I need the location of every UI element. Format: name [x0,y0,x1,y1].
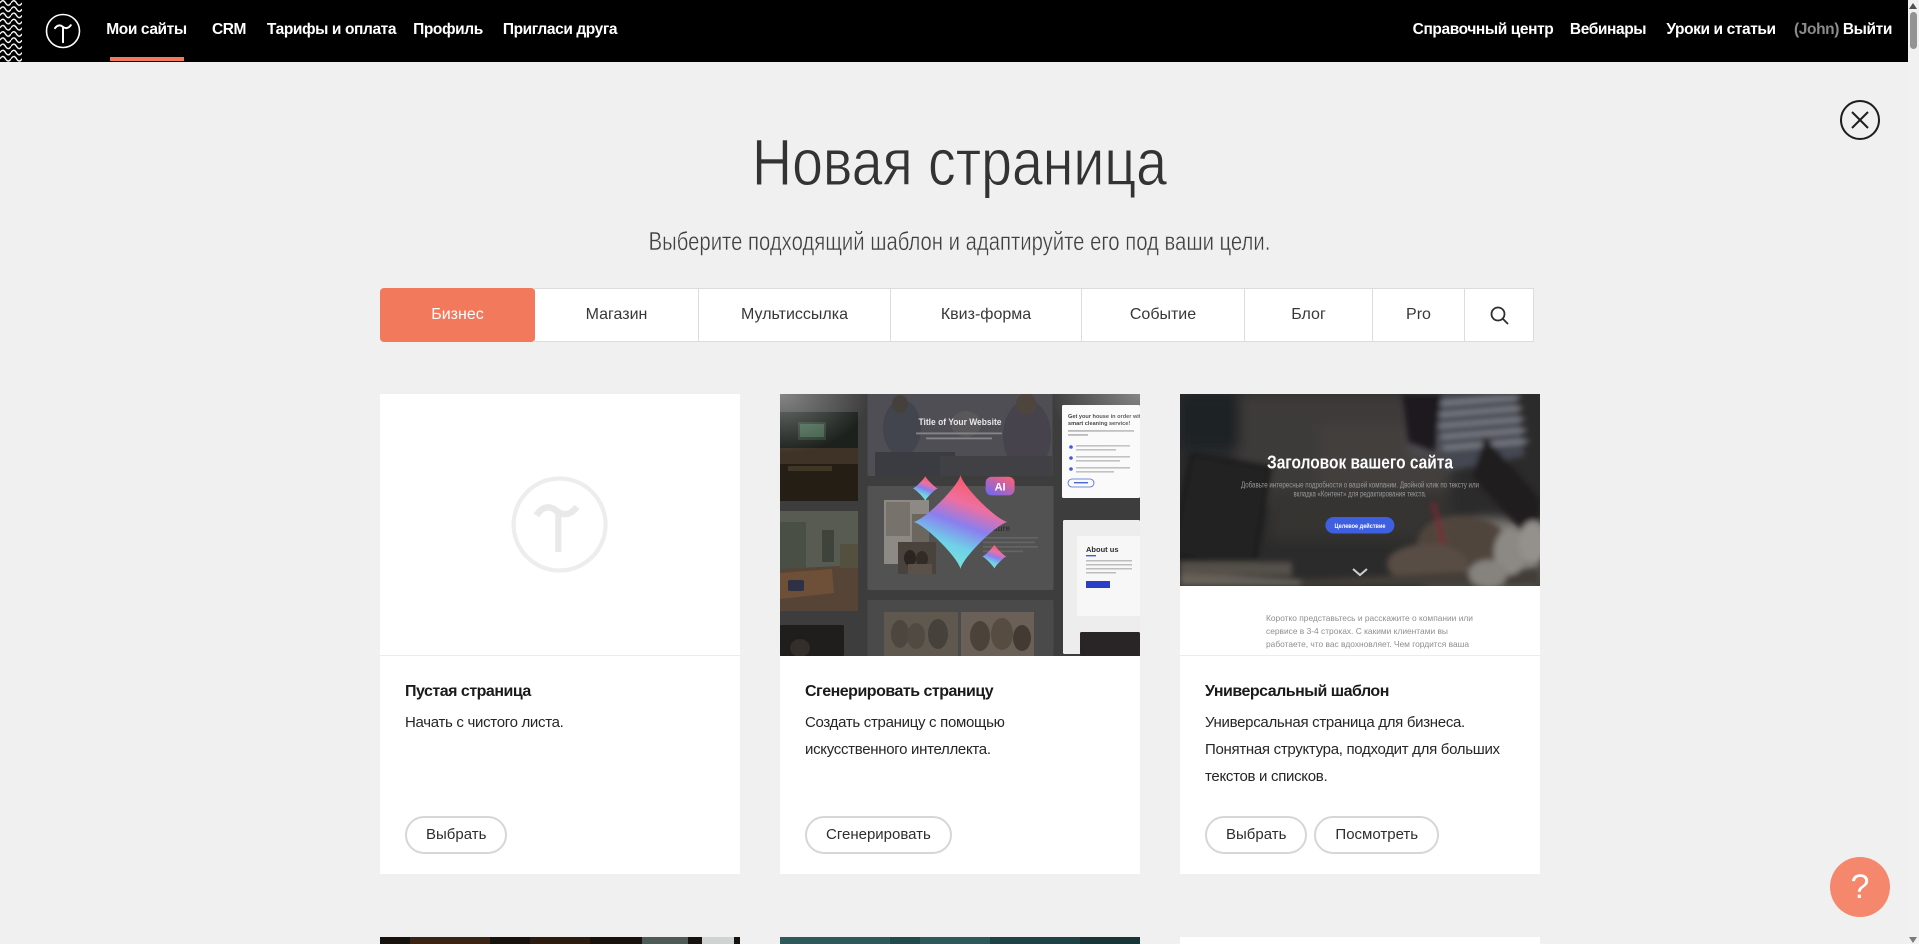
svg-text:Заголовок вашего сайта: Заголовок вашего сайта [1267,453,1454,473]
svg-text:вкладка «Контент» для редактир: вкладка «Контент» для редактирования тек… [1294,490,1427,499]
svg-text:Добавьте интересные подробност: Добавьте интересные подробности о вашей … [1241,481,1479,490]
svg-text:About us: About us [1086,545,1119,554]
svg-text:AI: AI [995,481,1006,493]
svg-text:Title of Your Website: Title of Your Website [919,417,1002,428]
svg-text:Целевое действие: Целевое действие [1335,522,1386,530]
